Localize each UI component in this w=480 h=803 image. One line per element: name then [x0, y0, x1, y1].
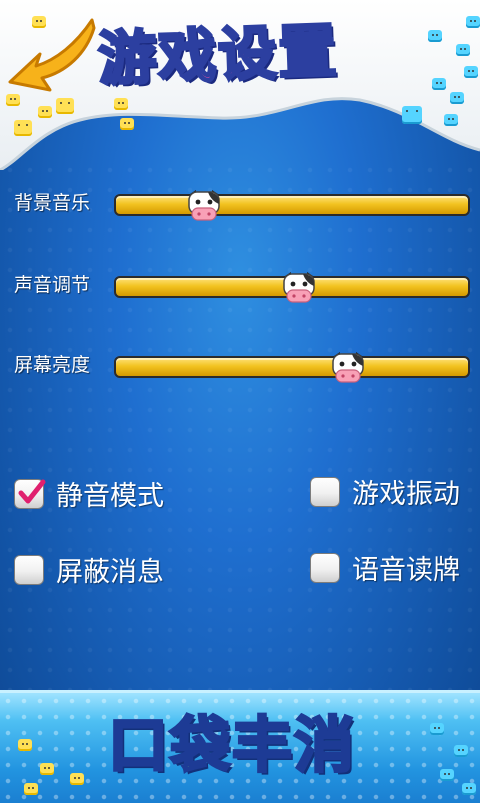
- sound-slider[interactable]: [114, 272, 470, 303]
- slider-label: 背景音乐: [14, 192, 91, 214]
- footer-banner: 口 袋 丰 消: [0, 690, 480, 803]
- back-button[interactable]: [6, 14, 98, 94]
- page-title: 游戏设置: [96, 15, 341, 94]
- game-logo: 口 袋 丰 消: [107, 710, 356, 783]
- game-vibration-checkbox[interactable]: 游戏振动: [310, 472, 460, 511]
- header: 游戏设置: [0, 0, 480, 170]
- logo-char: 口: [107, 710, 170, 783]
- logo-char: 消: [293, 710, 356, 783]
- background-pattern: [0, 160, 480, 700]
- voice-read-cards-checkbox[interactable]: 语音读牌: [310, 548, 460, 587]
- cow-face-icon[interactable]: [281, 268, 317, 306]
- slider-row-brightness: 屏幕亮度: [0, 342, 480, 383]
- slider-label: 声音调节: [14, 274, 91, 296]
- cow-face-icon[interactable]: [330, 348, 366, 386]
- slider-row-sound: 声音调节: [0, 262, 480, 303]
- checkbox-label: 语音读牌: [352, 555, 460, 586]
- slider-row-music: 背景音乐: [0, 180, 480, 221]
- slider-label: 屏幕亮度: [14, 354, 91, 376]
- brightness-slider[interactable]: [114, 352, 470, 383]
- arrow-left-icon: [8, 18, 96, 92]
- check-mark-icon: [18, 479, 46, 503]
- music-slider[interactable]: [114, 190, 470, 221]
- checkbox-box[interactable]: [310, 552, 340, 583]
- cow-face-icon[interactable]: [186, 186, 222, 224]
- checkbox-box[interactable]: [14, 478, 46, 509]
- checkbox-label: 静音模式: [56, 481, 164, 512]
- checkbox-label: 屏蔽消息: [56, 557, 164, 588]
- logo-char: 袋: [169, 710, 232, 783]
- logo-char: 丰: [231, 710, 294, 783]
- checkbox-box[interactable]: [310, 476, 340, 507]
- block-messages-checkbox[interactable]: 屏蔽消息: [14, 550, 164, 589]
- checkbox-box[interactable]: [14, 554, 44, 585]
- mute-mode-checkbox[interactable]: 静音模式: [14, 474, 164, 513]
- checkbox-label: 游戏振动: [352, 479, 460, 510]
